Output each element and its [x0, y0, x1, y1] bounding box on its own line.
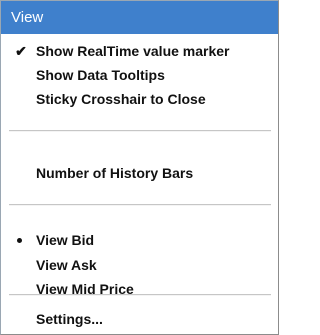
menu-item-label: Show RealTime value marker — [36, 43, 230, 59]
menu-item-view-mid-price[interactable]: View Mid Price — [1, 277, 278, 301]
menu-item-label: View Bid — [36, 232, 95, 248]
menu-item-view-ask[interactable]: View Ask — [1, 253, 278, 277]
checkmark-icon: ✔ — [15, 43, 27, 59]
menu-item-sticky-crosshair-to-close[interactable]: Sticky Crosshair to Close — [1, 87, 278, 111]
menu-item-label: View Ask — [36, 257, 97, 273]
menu-item-label: Sticky Crosshair to Close — [36, 91, 206, 107]
menu-item-number-of-history-bars[interactable]: Number of History Bars — [1, 161, 278, 185]
menu-header-view: View — [1, 1, 278, 34]
menu-separator — [9, 130, 271, 132]
radio-bullet-icon — [17, 238, 22, 243]
menu-item-label: Settings... — [36, 311, 103, 327]
menu-item-view-bid[interactable]: View Bid — [1, 228, 278, 252]
view-menu: View ✔ Show RealTime value marker Show D… — [0, 0, 279, 335]
menu-item-settings[interactable]: Settings... — [1, 307, 278, 331]
menu-item-show-data-tooltips[interactable]: Show Data Tooltips — [1, 63, 278, 87]
menu-item-label: Show Data Tooltips — [36, 67, 165, 83]
menu-item-label: Number of History Bars — [36, 165, 194, 181]
menu-separator — [9, 204, 271, 206]
menu-item-show-realtime-value-marker[interactable]: ✔ Show RealTime value marker — [1, 39, 278, 63]
menu-separator — [9, 294, 271, 296]
